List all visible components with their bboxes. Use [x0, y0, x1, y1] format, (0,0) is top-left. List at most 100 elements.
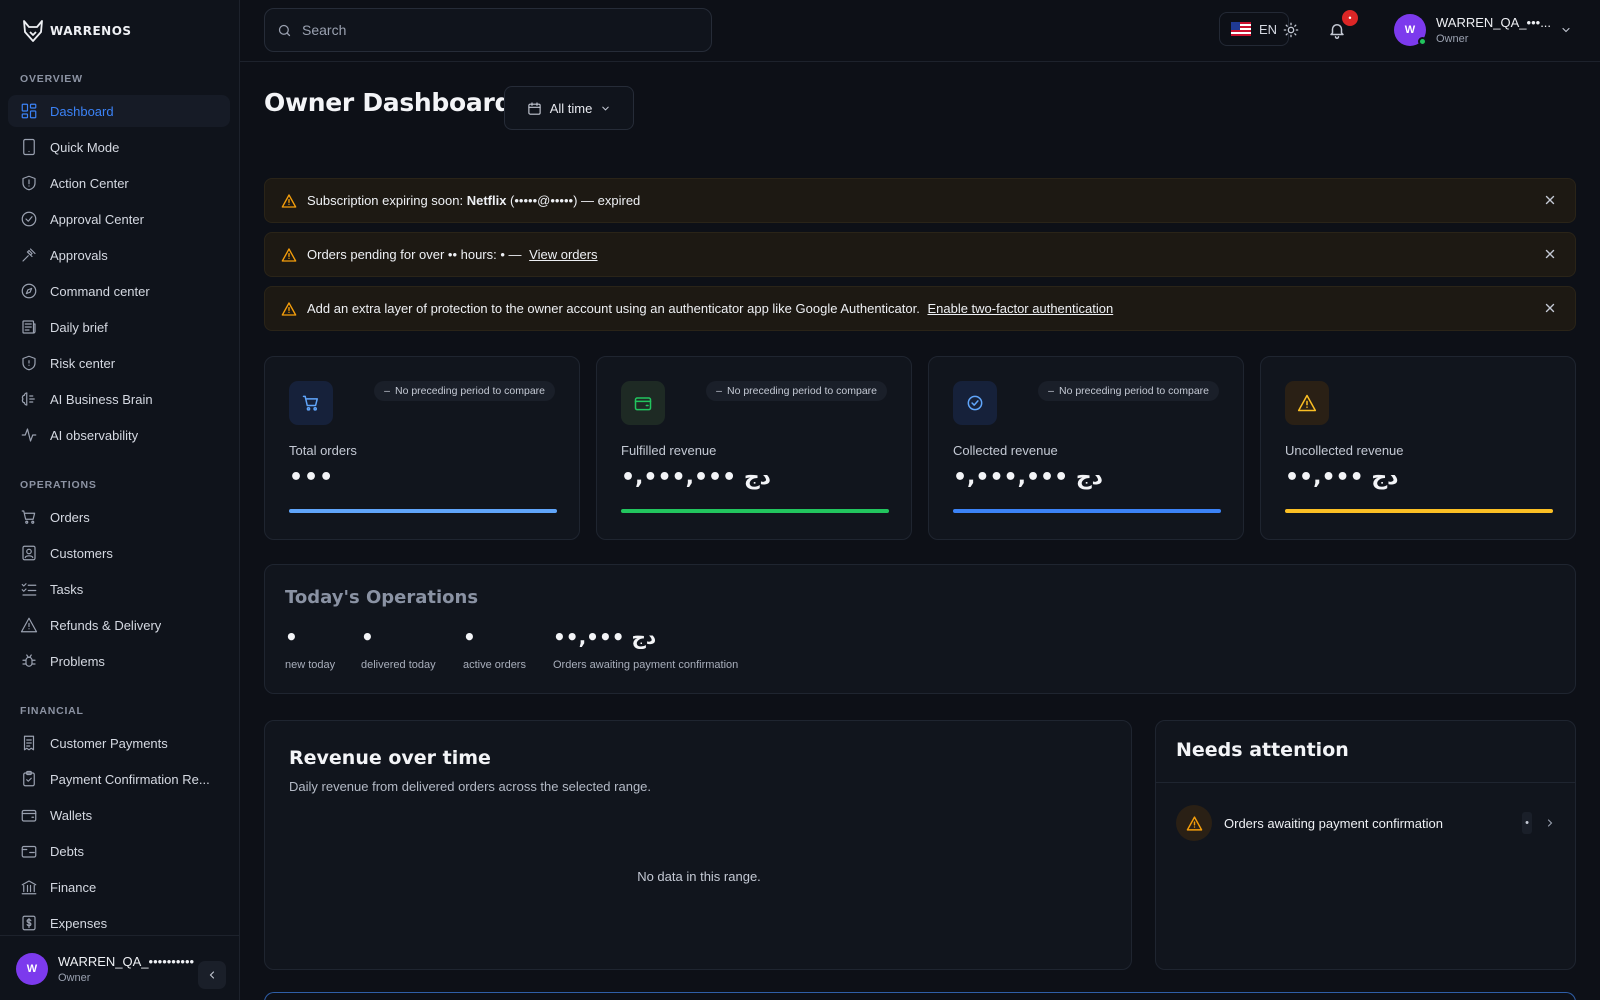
card-icon-box: [621, 381, 665, 425]
sidebar-item-ai-business-brain[interactable]: AI Business Brain: [8, 383, 230, 415]
sidebar-item-approvals[interactable]: Approvals: [8, 239, 230, 271]
notification-badge: •: [1342, 10, 1358, 26]
warning-icon: [20, 617, 38, 633]
sidebar-item-debts[interactable]: Debts: [8, 835, 230, 867]
sidebar-item-risk-center[interactable]: Risk center: [8, 347, 230, 379]
sidebar-item-ai-observability[interactable]: AI observability: [8, 419, 230, 451]
sidebar-item-approval-center[interactable]: Approval Center: [8, 203, 230, 235]
sidebar-item-customer-payments[interactable]: Customer Payments: [8, 727, 230, 759]
close-icon[interactable]: [1543, 301, 1557, 315]
revenue-over-time-panel: Revenue over time Daily revenue from del…: [264, 720, 1132, 970]
stat-label: new today: [285, 659, 336, 671]
tablet-icon: [23, 138, 35, 156]
kpi-card-total-orders: – No preceding period to compare Total or…: [264, 356, 580, 540]
sidebar-item-orders[interactable]: Orders: [8, 501, 230, 533]
card-progress-fill: [1285, 509, 1553, 513]
alert-text: Add an extra layer of protection to the …: [307, 301, 1113, 316]
panel-header: Needs attention: [1156, 721, 1575, 783]
notifications-button[interactable]: •: [1324, 10, 1358, 43]
sidebar-item-customers[interactable]: Customers: [8, 537, 230, 569]
sidebar-item-label: Customer Payments: [50, 735, 168, 751]
nav-section-operations: OPERATIONS: [20, 479, 97, 491]
sidebar-item-finance[interactable]: Finance: [8, 871, 230, 903]
view-orders-link[interactable]: View orders: [529, 247, 597, 262]
close-icon[interactable]: [1543, 247, 1557, 261]
card-progress-track: [1285, 509, 1553, 513]
alert-text: Orders pending for over •• hours: • — Vi…: [307, 247, 598, 262]
user-menu[interactable]: W WARREN_QA_•••... Owner: [1394, 14, 1572, 46]
sidebar-item-tasks[interactable]: Tasks: [8, 573, 230, 605]
alert-text: Subscription expiring soon: Netflix (•••…: [307, 193, 640, 208]
stat-awaiting-payment: ••,••• دج Orders awaiting payment confir…: [553, 625, 738, 671]
alert-subscription-expiring: Subscription expiring soon: Netflix (•••…: [264, 178, 1576, 223]
chevron-down-icon: [1562, 27, 1570, 33]
sidebar-item-label: Approvals: [50, 247, 108, 263]
alert-prefix: Subscription expiring soon:: [307, 193, 467, 208]
attention-icon-box: [1176, 805, 1212, 841]
bank-icon: [21, 880, 37, 895]
stat-label: Orders awaiting payment confirmation: [553, 659, 739, 671]
collapse-sidebar-button[interactable]: [198, 961, 226, 989]
gavel-icon: [22, 248, 36, 262]
stat-delivered-today: • delivered today: [361, 625, 436, 671]
close-icon[interactable]: [1543, 193, 1557, 207]
sidebar-item-problems[interactable]: Problems: [8, 645, 230, 677]
sidebar-item-label: Debts: [50, 843, 84, 859]
warning-icon: [1297, 394, 1317, 412]
stat-value: •: [285, 625, 298, 649]
warning-icon: [281, 193, 297, 208]
stat-new-today: • new today: [285, 625, 335, 671]
sidebar-item-refunds-delivery[interactable]: Refunds & Delivery: [8, 609, 230, 641]
calendar-icon: [528, 101, 541, 115]
sidebar-item-wallets[interactable]: Wallets: [8, 799, 230, 831]
sidebar-item-quick-mode[interactable]: Quick Mode: [8, 131, 230, 163]
attention-item[interactable]: Orders awaiting payment confirmation •: [1176, 803, 1556, 843]
theme-toggle-button[interactable]: [1278, 17, 1304, 43]
sidebar-item-action-center[interactable]: Action Center: [8, 167, 230, 199]
user-name: WARREN_QA_••••••••••: [58, 954, 195, 969]
card-icon-box: [1285, 381, 1329, 425]
sidebar-item-label: Expenses: [50, 915, 108, 931]
enable-2fa-link[interactable]: Enable two-factor authentication: [927, 301, 1113, 316]
kpi-card-collected-revenue: – No preceding period to compare Collecte…: [928, 356, 1244, 540]
user-info: WARREN_QA_•••... Owner: [1436, 15, 1551, 45]
card-progress-track: [621, 509, 889, 513]
compass-icon: [21, 283, 37, 299]
card-icon-box: [289, 381, 333, 425]
sidebar-item-label: Orders: [50, 509, 90, 525]
card-value: •,•••,••• دج: [953, 465, 1103, 490]
kpi-card-fulfilled-revenue: – No preceding period to compare Fulfille…: [596, 356, 912, 540]
receipt-icon: [23, 735, 35, 751]
nav-section-financial: FINANCIAL: [20, 705, 84, 717]
brain-icon: [21, 392, 35, 406]
search-input[interactable]: [302, 22, 682, 38]
dash-icon: –: [1048, 385, 1054, 397]
card-value: ••,••• دج: [1285, 465, 1399, 490]
sidebar-item-label: Approval Center: [50, 211, 144, 227]
sidebar-item-label: Risk center: [50, 355, 116, 371]
card-value: •,•••,••• دج: [621, 465, 771, 490]
card-progress-fill: [953, 509, 1221, 513]
avatar-initial: W: [26, 963, 38, 975]
sidebar-item-dashboard[interactable]: Dashboard: [8, 95, 230, 127]
comparison-badge: – No preceding period to compare: [1038, 381, 1219, 401]
sidebar-item-command-center[interactable]: Command center: [8, 275, 230, 307]
shield-icon: [22, 175, 36, 191]
section-subtitle: Daily revenue from delivered orders acro…: [289, 779, 652, 794]
stat-value: •: [463, 625, 476, 649]
sidebar-item-label: Dashboard: [50, 103, 114, 119]
bug-icon: [22, 654, 36, 667]
avatar-initial: W: [1404, 24, 1416, 36]
date-range-selector[interactable]: All time: [504, 86, 634, 130]
sidebar-item-payment-confirmation[interactable]: Payment Confirmation Re...: [8, 763, 230, 795]
brand-logo[interactable]: WARRENOS: [22, 18, 132, 44]
date-range-label: All time: [549, 100, 593, 116]
comparison-text: No preceding period to compare: [394, 385, 545, 397]
search-box[interactable]: [264, 8, 712, 52]
search-icon: [278, 24, 291, 36]
page-title: Owner Dashboard: [264, 88, 513, 117]
user-profile[interactable]: W: [16, 953, 48, 985]
alert-prefix: Orders pending for over •• hours: • —: [307, 247, 522, 262]
sidebar-item-daily-brief[interactable]: Daily brief: [8, 311, 230, 343]
user-role: Owner: [1436, 33, 1469, 45]
